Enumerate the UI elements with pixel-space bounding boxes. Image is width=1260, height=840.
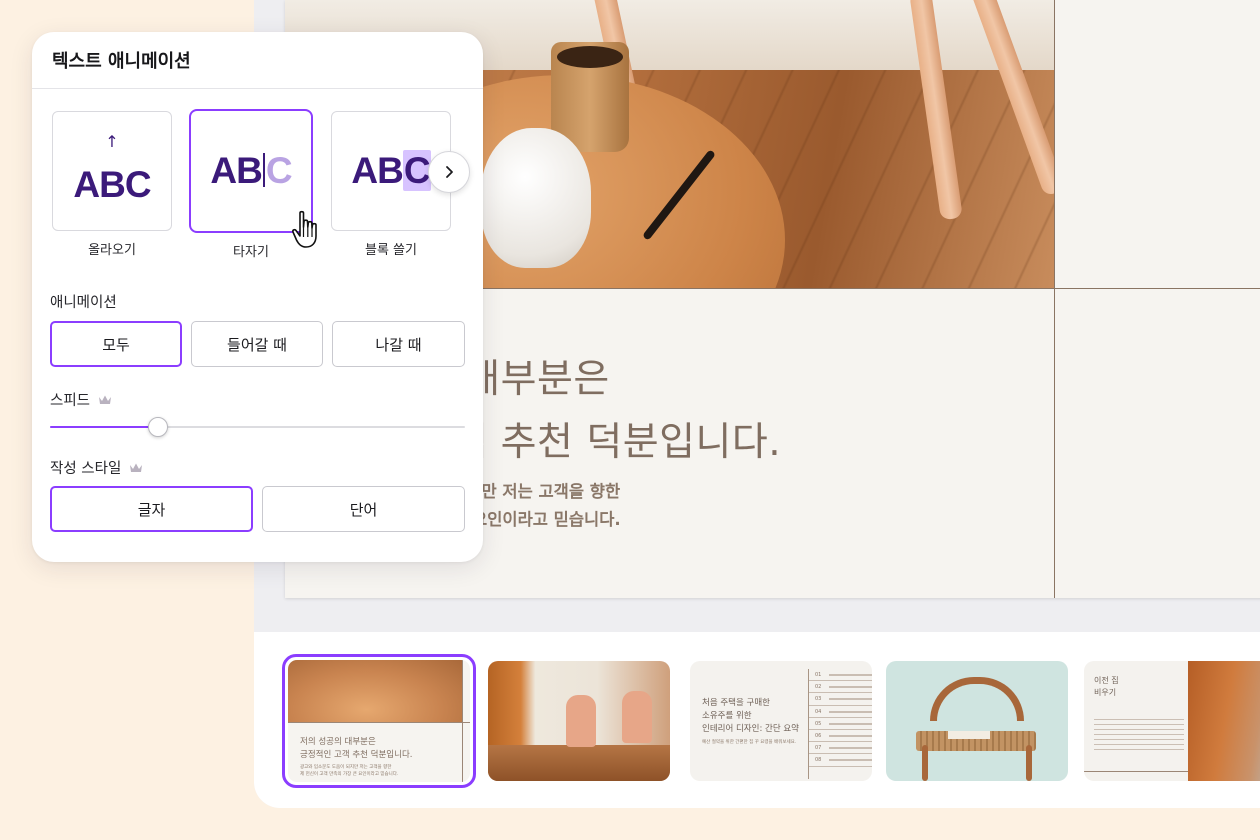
slider-handle[interactable] — [147, 417, 168, 437]
toc-row-number: 04 — [815, 708, 822, 715]
toc-row-text-placeholder — [829, 759, 872, 762]
thumbnail-body — [1094, 719, 1184, 753]
panel-title: 텍스트 애니메이션 — [52, 51, 191, 72]
animation-option-exit[interactable]: 나갈 때 — [332, 321, 465, 367]
speed-label: 스피드 — [50, 393, 91, 409]
presets-next-button[interactable] — [428, 151, 470, 193]
thumbnail-subtitle: 예산 절약을 위한 간편한 집 꾸 요령을 배워보세요. — [702, 740, 797, 745]
writing-style-option-word[interactable]: 단어 — [262, 486, 465, 532]
toc-row-text-placeholder — [829, 734, 872, 737]
thumbnail-chair-leg — [1026, 745, 1032, 781]
thumbnail-divider — [288, 722, 470, 723]
preview-pending-text: C — [265, 150, 293, 191]
toc-row-text-placeholder — [829, 722, 872, 725]
preset-label: 올라오기 — [88, 243, 136, 258]
thumbnail-toc-row: 04 — [809, 706, 872, 718]
thumbnail-toc-row: 01 — [809, 669, 872, 682]
preview-typed-text: AB — [210, 150, 262, 191]
thumbnail-toc-row: 02 — [809, 681, 872, 694]
speed-section-label: 스피드 — [50, 389, 112, 410]
preset-preview-text: ABC — [73, 164, 151, 205]
animation-section-label: 애니메이션 — [50, 291, 117, 312]
toc-row-number: 08 — [815, 757, 822, 764]
thumbnail-toc-row: 08 — [809, 754, 872, 767]
thumbnail-title: 이전 집 비우기 — [1094, 676, 1119, 697]
page-thumbnail-4[interactable] — [886, 661, 1068, 781]
thumbnail-divider — [462, 660, 463, 782]
page-thumbnail-2[interactable] — [488, 661, 670, 781]
preset-rise[interactable]: ↑ ABC 올라오기 — [48, 111, 176, 258]
thumbnail-toc-list: 01 02 03 04 05 06 07 08 — [808, 669, 872, 779]
page-thumbnail-strip: 저의 성공의 대부분은 긍정적인 고객 추천 덕분입니다. 광고와 입소문도 도… — [254, 632, 1260, 808]
animation-option-all[interactable]: 모두 — [50, 321, 182, 367]
thumbnail-chair-back — [930, 677, 1024, 721]
writing-style-section-label: 작성 스타일 — [50, 457, 143, 478]
preset-preview-text: ABC — [351, 150, 431, 192]
thumbnail-chair — [622, 691, 652, 743]
crown-icon — [99, 395, 112, 404]
speed-slider[interactable] — [50, 415, 465, 439]
thumbnail-toc-row: 06 — [809, 730, 872, 743]
preset-tile[interactable]: ↑ ABC — [52, 111, 172, 231]
toc-row-text-placeholder — [829, 686, 872, 689]
slide-body-text[interactable]: 움이 되지만 저는 고객을 향한 가장 큰 요인이라고 믿습니다. — [415, 478, 1035, 534]
photo-teapot — [481, 128, 591, 268]
page-thumbnail-5[interactable]: 이전 집 비우기 — [1084, 661, 1260, 781]
toc-row-number: 07 — [815, 745, 822, 752]
toc-row-text-placeholder — [829, 674, 872, 676]
animation-option-enter[interactable]: 들어갈 때 — [191, 321, 323, 367]
toc-row-text-placeholder — [829, 710, 872, 713]
chevron-right-icon — [446, 166, 453, 178]
writing-style-label: 작성 스타일 — [50, 461, 122, 477]
toc-row-number: 02 — [815, 684, 822, 691]
slide-empty-cell — [1055, 0, 1260, 288]
preview-text: AB — [351, 150, 403, 191]
thumbnail-toc-row: 05 — [809, 718, 872, 730]
toc-row-text-placeholder — [829, 698, 872, 701]
thumbnail-title: 처음 주택을 구매한 소유주를 위한 인테리어 디자인: 간단 요약 — [702, 698, 799, 734]
thumbnail-divider — [1084, 771, 1188, 772]
thumbnail-photo — [1188, 661, 1260, 781]
thumbnail-photo — [288, 660, 462, 722]
preview-highlight-text: C — [402, 150, 431, 191]
thumbnail-title: 저의 성공의 대부분은 긍정적인 고객 추천 덕분입니다. — [300, 737, 413, 760]
thumbnail-floor — [488, 745, 670, 781]
toc-row-text-placeholder — [829, 747, 872, 750]
thumbnail-toc-row: 07 — [809, 742, 872, 755]
text-animation-panel: 텍스트 애니메이션 ↑ ABC 올라오기 ABC 타자기 ABC 블록 쓸기 — [32, 32, 483, 562]
thumbnail-chair-leg — [922, 745, 928, 781]
preset-preview-text: ABC — [210, 150, 293, 192]
slide-headline[interactable]: 의 대부분은 고객 추천 덕분입니다. — [415, 348, 1035, 474]
crown-icon — [130, 463, 143, 472]
thumbnail-toc-row: 03 — [809, 693, 872, 706]
thumbnail-book — [948, 731, 990, 739]
animation-label: 애니메이션 — [50, 295, 117, 311]
page-thumbnail-1[interactable]: 저의 성공의 대부분은 긍정적인 고객 추천 덕분입니다. 광고와 입소문도 도… — [282, 654, 476, 788]
animation-presets: ↑ ABC 올라오기 AB C 타자기 ABC 블록 쓸기 — [32, 109, 483, 261]
thumbnail-body: 광고와 입소문도 도움이 되지만 저는 고객을 향한 제 헌신이 고객 만족의 … — [300, 765, 399, 777]
typing-caret — [262, 153, 265, 187]
hand-cursor-icon — [292, 210, 317, 248]
slider-fill — [50, 426, 158, 428]
toc-row-number: 01 — [815, 672, 822, 678]
toc-row-number: 05 — [815, 720, 822, 727]
panel-header: 텍스트 애니메이션 — [32, 32, 483, 89]
writing-style-option-letter[interactable]: 글자 — [50, 486, 253, 532]
toc-row-number: 06 — [815, 732, 822, 739]
thumbnail-chair — [566, 695, 596, 747]
page-thumbnail-3[interactable]: 처음 주택을 구매한 소유주를 위한 인테리어 디자인: 간단 요약 예산 절약… — [690, 661, 872, 781]
preset-label: 블록 쓸기 — [365, 243, 417, 258]
arrow-up-icon: ↑ — [105, 132, 119, 151]
thumbnail-content: 저의 성공의 대부분은 긍정적인 고객 추천 덕분입니다. 광고와 입소문도 도… — [288, 660, 470, 782]
toc-row-number: 03 — [815, 696, 822, 703]
